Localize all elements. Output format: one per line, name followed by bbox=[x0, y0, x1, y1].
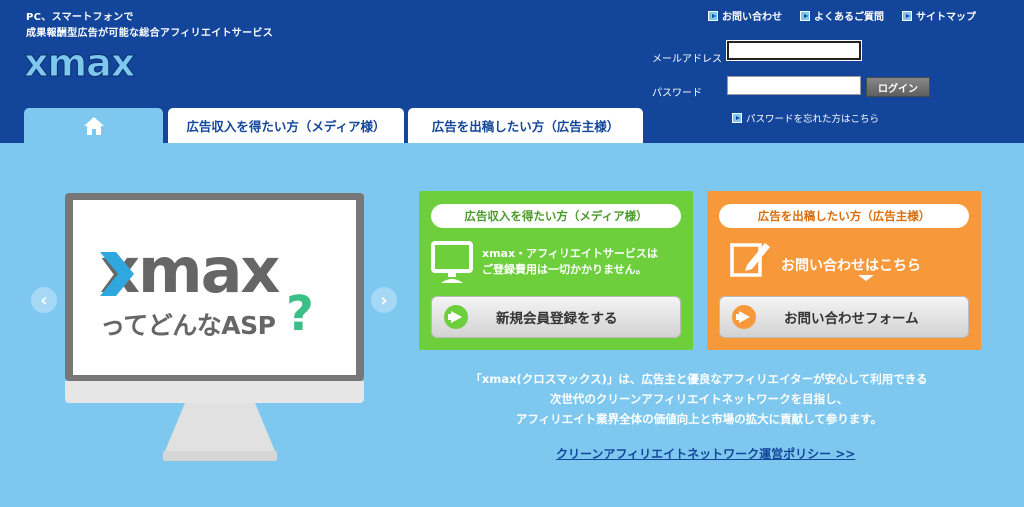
monitor-stand-base bbox=[163, 451, 277, 461]
logo-wordmark: xmax bbox=[24, 44, 135, 84]
contact-link-label: お問い合わせ bbox=[722, 12, 782, 23]
pencil-icon bbox=[730, 243, 770, 277]
intro-line3: アフィリエイト業界全体の価値向上と市場の拡大に貢献して参ります。 bbox=[515, 412, 883, 426]
sitemap-link[interactable]: サイトマップ bbox=[902, 8, 976, 23]
chevron-right-icon: › bbox=[380, 289, 388, 311]
tab-media[interactable]: 広告収入を得たい方（メディア様） bbox=[168, 108, 404, 143]
arrow-right-icon bbox=[444, 305, 468, 329]
register-button-label: 新規会員登録をする bbox=[496, 311, 618, 327]
arrow-right-icon bbox=[800, 10, 810, 21]
tab-advertiser[interactable]: 広告を出稿したい方（広告主様） bbox=[408, 108, 643, 143]
arrow-right-icon bbox=[902, 10, 912, 21]
hero-caption: ってどんなASP bbox=[100, 311, 276, 340]
password-label: パスワード bbox=[652, 88, 702, 99]
monitor-icon bbox=[431, 241, 473, 283]
carousel-prev-button[interactable]: ‹ bbox=[31, 287, 57, 313]
faq-link[interactable]: よくあるご質問 bbox=[800, 8, 884, 23]
arrow-right-icon bbox=[732, 113, 742, 123]
register-button[interactable]: 新規会員登録をする bbox=[431, 296, 681, 338]
media-panel-text-line2: ご登録費用は一切かかりません。 bbox=[482, 263, 647, 276]
intro-line2: 次世代のクリーンアフィリエイトネットワークを目指し、 bbox=[549, 392, 849, 406]
header: PC、スマートフォンで 成果報酬型広告が可能な総合アフィリエイトサービス xma… bbox=[0, 0, 1024, 143]
monitor-stand bbox=[165, 403, 275, 451]
intro-line1: 「xmax(クロスマックス)」は、広告主と優良なアフィリエイターが安心して利用で… bbox=[470, 372, 928, 386]
advertiser-panel-heading: 広告を出稿したい方（広告主様） bbox=[719, 204, 969, 228]
tab-home[interactable] bbox=[24, 108, 163, 143]
chevron-left-icon: ‹ bbox=[40, 289, 48, 311]
arrow-right-icon bbox=[732, 305, 756, 329]
media-panel-text: xmax・アフィリエイトサービスは ご登録費用は一切かかりません。 bbox=[482, 246, 658, 278]
sitemap-link-label: サイトマップ bbox=[916, 12, 976, 23]
media-panel-text-line1: xmax・アフィリエイトサービスは bbox=[482, 247, 658, 260]
tagline-line1: PC、スマートフォンで bbox=[26, 12, 134, 23]
intro-text: 「xmax(クロスマックス)」は、広告主と優良なアフィリエイターが安心して利用で… bbox=[419, 369, 979, 429]
advertiser-panel-text: お問い合わせはこちら bbox=[781, 258, 921, 274]
faq-link-label: よくあるご質問 bbox=[814, 12, 884, 23]
media-panel-heading: 広告収入を得たい方（メディア様） bbox=[431, 204, 681, 228]
monitor-chin bbox=[65, 381, 364, 403]
question-mark-icon: ? bbox=[286, 286, 314, 342]
home-icon bbox=[83, 116, 104, 135]
chevron-down-icon bbox=[858, 275, 874, 281]
arrow-right-icon bbox=[708, 10, 718, 21]
contact-link[interactable]: お問い合わせ bbox=[708, 8, 782, 23]
site-logo[interactable]: xmax bbox=[24, 44, 164, 84]
utility-links: お問い合わせ よくあるご質問 サイトマップ bbox=[708, 8, 976, 23]
tagline: PC、スマートフォンで 成果報酬型広告が可能な総合アフィリエイトサービス bbox=[26, 10, 273, 42]
password-field[interactable] bbox=[727, 76, 861, 95]
login-button[interactable]: ログイン bbox=[866, 77, 930, 97]
tagline-line2: 成果報酬型広告が可能な総合アフィリエイトサービス bbox=[26, 28, 273, 39]
forgot-password-label: パスワードを忘れた方はこちら bbox=[746, 114, 880, 125]
policy-link[interactable]: クリーンアフィリエイトネットワーク運営ポリシー >> bbox=[556, 445, 855, 462]
email-label: メールアドレス bbox=[652, 54, 722, 65]
carousel-next-button[interactable]: › bbox=[371, 287, 397, 313]
forgot-password-link[interactable]: パスワードを忘れた方はこちら bbox=[732, 111, 879, 125]
email-field[interactable] bbox=[726, 40, 862, 61]
contact-form-button[interactable]: お問い合わせフォーム bbox=[719, 296, 969, 338]
contact-form-button-label: お問い合わせフォーム bbox=[784, 311, 919, 327]
